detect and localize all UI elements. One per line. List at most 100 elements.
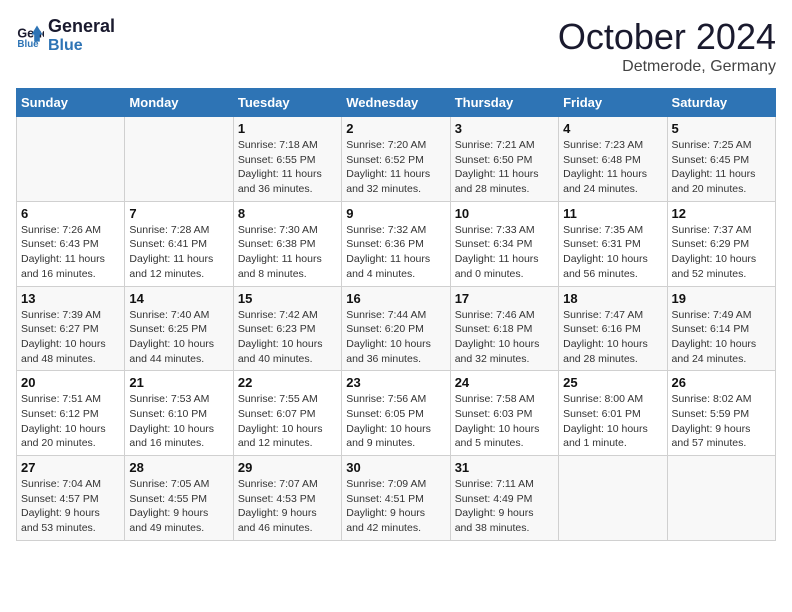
day-info: Sunrise: 7:33 AM Sunset: 6:34 PM Dayligh…	[455, 223, 554, 282]
day-info: Sunrise: 8:00 AM Sunset: 6:01 PM Dayligh…	[563, 392, 662, 451]
calendar-cell: 15Sunrise: 7:42 AM Sunset: 6:23 PM Dayli…	[233, 286, 341, 371]
weekday-header-row: SundayMondayTuesdayWednesdayThursdayFrid…	[17, 89, 776, 117]
day-info: Sunrise: 7:04 AM Sunset: 4:57 PM Dayligh…	[21, 477, 120, 536]
day-info: Sunrise: 7:58 AM Sunset: 6:03 PM Dayligh…	[455, 392, 554, 451]
day-number: 31	[455, 460, 554, 475]
day-info: Sunrise: 7:44 AM Sunset: 6:20 PM Dayligh…	[346, 308, 445, 367]
day-number: 2	[346, 121, 445, 136]
calendar-cell: 19Sunrise: 7:49 AM Sunset: 6:14 PM Dayli…	[667, 286, 775, 371]
week-row-2: 6 Sunrise: 7:26 AM Sunset: 6:43 PM Daylig…	[17, 201, 776, 286]
day-info: Sunrise: 7:11 AM Sunset: 4:49 PM Dayligh…	[455, 477, 554, 536]
day-number: 17	[455, 291, 554, 306]
day-number: 28	[129, 460, 228, 475]
week-row-3: 13Sunrise: 7:39 AM Sunset: 6:27 PM Dayli…	[17, 286, 776, 371]
calendar-cell: 22 Sunrise: 7:55 AM Sunset: 6:07 PM Dayli…	[233, 371, 341, 456]
day-info: Sunrise: 7:35 AM Sunset: 6:31 PM Dayligh…	[563, 223, 662, 282]
title-block: October 2024 Detmerode, Germany	[558, 16, 776, 76]
day-info: Sunrise: 7:40 AM Sunset: 6:25 PM Dayligh…	[129, 308, 228, 367]
calendar-cell: 9 Sunrise: 7:32 AM Sunset: 6:36 PM Daylig…	[342, 201, 450, 286]
day-info: Sunrise: 7:37 AM Sunset: 6:29 PM Dayligh…	[672, 223, 771, 282]
day-number: 5	[672, 121, 771, 136]
calendar-cell: 4Sunrise: 7:23 AM Sunset: 6:48 PM Daylig…	[559, 117, 667, 202]
day-number: 11	[563, 206, 662, 221]
day-info: Sunrise: 7:47 AM Sunset: 6:16 PM Dayligh…	[563, 308, 662, 367]
day-number: 13	[21, 291, 120, 306]
day-info: Sunrise: 7:55 AM Sunset: 6:07 PM Dayligh…	[238, 392, 337, 451]
day-number: 27	[21, 460, 120, 475]
calendar-cell: 10 Sunrise: 7:33 AM Sunset: 6:34 PM Dayli…	[450, 201, 558, 286]
calendar-cell: 24Sunrise: 7:58 AM Sunset: 6:03 PM Dayli…	[450, 371, 558, 456]
calendar-cell: 16Sunrise: 7:44 AM Sunset: 6:20 PM Dayli…	[342, 286, 450, 371]
calendar-cell: 5Sunrise: 7:25 AM Sunset: 6:45 PM Daylig…	[667, 117, 775, 202]
day-info: Sunrise: 7:09 AM Sunset: 4:51 PM Dayligh…	[346, 477, 445, 536]
day-number: 20	[21, 375, 120, 390]
day-info: Sunrise: 7:46 AM Sunset: 6:18 PM Dayligh…	[455, 308, 554, 367]
calendar-cell: 1 Sunrise: 7:18 AM Sunset: 6:55 PM Daylig…	[233, 117, 341, 202]
day-number: 9	[346, 206, 445, 221]
calendar-cell: 23 Sunrise: 7:56 AM Sunset: 6:05 PM Dayli…	[342, 371, 450, 456]
calendar-cell: 29 Sunrise: 7:07 AM Sunset: 4:53 PM Dayli…	[233, 456, 341, 541]
calendar-cell	[17, 117, 125, 202]
week-row-4: 20 Sunrise: 7:51 AM Sunset: 6:12 PM Dayli…	[17, 371, 776, 456]
calendar-cell: 31 Sunrise: 7:11 AM Sunset: 4:49 PM Dayli…	[450, 456, 558, 541]
day-info: Sunrise: 7:05 AM Sunset: 4:55 PM Dayligh…	[129, 477, 228, 536]
day-info: Sunrise: 7:28 AM Sunset: 6:41 PM Dayligh…	[129, 223, 228, 282]
day-number: 14	[129, 291, 228, 306]
day-info: Sunrise: 7:32 AM Sunset: 6:36 PM Dayligh…	[346, 223, 445, 282]
week-row-1: 1 Sunrise: 7:18 AM Sunset: 6:55 PM Daylig…	[17, 117, 776, 202]
day-number: 25	[563, 375, 662, 390]
week-row-5: 27 Sunrise: 7:04 AM Sunset: 4:57 PM Dayli…	[17, 456, 776, 541]
calendar-cell: 7Sunrise: 7:28 AM Sunset: 6:41 PM Daylig…	[125, 201, 233, 286]
logo-blue: Blue	[48, 37, 115, 55]
day-info: Sunrise: 7:26 AM Sunset: 6:43 PM Dayligh…	[21, 223, 120, 282]
calendar-cell: 20 Sunrise: 7:51 AM Sunset: 6:12 PM Dayli…	[17, 371, 125, 456]
weekday-header-thursday: Thursday	[450, 89, 558, 117]
day-info: Sunrise: 7:56 AM Sunset: 6:05 PM Dayligh…	[346, 392, 445, 451]
day-number: 23	[346, 375, 445, 390]
day-info: Sunrise: 7:42 AM Sunset: 6:23 PM Dayligh…	[238, 308, 337, 367]
calendar-cell: 8 Sunrise: 7:30 AM Sunset: 6:38 PM Daylig…	[233, 201, 341, 286]
calendar-cell	[667, 456, 775, 541]
location: Detmerode, Germany	[558, 58, 776, 76]
day-number: 6	[21, 206, 120, 221]
day-number: 10	[455, 206, 554, 221]
weekday-header-tuesday: Tuesday	[233, 89, 341, 117]
day-info: Sunrise: 7:21 AM Sunset: 6:50 PM Dayligh…	[455, 138, 554, 197]
calendar-cell: 14 Sunrise: 7:40 AM Sunset: 6:25 PM Dayli…	[125, 286, 233, 371]
calendar-cell: 3 Sunrise: 7:21 AM Sunset: 6:50 PM Daylig…	[450, 117, 558, 202]
day-number: 18	[563, 291, 662, 306]
day-number: 8	[238, 206, 337, 221]
calendar-cell: 28 Sunrise: 7:05 AM Sunset: 4:55 PM Dayli…	[125, 456, 233, 541]
logo-general: General	[48, 16, 115, 37]
day-number: 29	[238, 460, 337, 475]
weekday-header-saturday: Saturday	[667, 89, 775, 117]
calendar-cell: 21 Sunrise: 7:53 AM Sunset: 6:10 PM Dayli…	[125, 371, 233, 456]
logo-icon: General Blue	[16, 22, 44, 50]
day-info: Sunrise: 7:53 AM Sunset: 6:10 PM Dayligh…	[129, 392, 228, 451]
day-number: 3	[455, 121, 554, 136]
day-info: Sunrise: 7:51 AM Sunset: 6:12 PM Dayligh…	[21, 392, 120, 451]
calendar-cell: 6 Sunrise: 7:26 AM Sunset: 6:43 PM Daylig…	[17, 201, 125, 286]
day-number: 21	[129, 375, 228, 390]
logo: General Blue General Blue	[16, 16, 115, 55]
day-number: 19	[672, 291, 771, 306]
day-info: Sunrise: 7:18 AM Sunset: 6:55 PM Dayligh…	[238, 138, 337, 197]
calendar-table: SundayMondayTuesdayWednesdayThursdayFrid…	[16, 88, 776, 541]
day-number: 22	[238, 375, 337, 390]
day-number: 1	[238, 121, 337, 136]
calendar-cell: 17 Sunrise: 7:46 AM Sunset: 6:18 PM Dayli…	[450, 286, 558, 371]
calendar-cell: 2 Sunrise: 7:20 AM Sunset: 6:52 PM Daylig…	[342, 117, 450, 202]
calendar-cell: 26Sunrise: 8:02 AM Sunset: 5:59 PM Dayli…	[667, 371, 775, 456]
calendar-cell: 12 Sunrise: 7:37 AM Sunset: 6:29 PM Dayli…	[667, 201, 775, 286]
day-info: Sunrise: 7:30 AM Sunset: 6:38 PM Dayligh…	[238, 223, 337, 282]
day-number: 26	[672, 375, 771, 390]
calendar-cell: 13Sunrise: 7:39 AM Sunset: 6:27 PM Dayli…	[17, 286, 125, 371]
weekday-header-friday: Friday	[559, 89, 667, 117]
day-info: Sunrise: 7:20 AM Sunset: 6:52 PM Dayligh…	[346, 138, 445, 197]
weekday-header-wednesday: Wednesday	[342, 89, 450, 117]
calendar-cell: 30Sunrise: 7:09 AM Sunset: 4:51 PM Dayli…	[342, 456, 450, 541]
day-number: 12	[672, 206, 771, 221]
day-info: Sunrise: 7:07 AM Sunset: 4:53 PM Dayligh…	[238, 477, 337, 536]
month-title: October 2024	[558, 16, 776, 58]
page-header: General Blue General Blue October 2024 D…	[16, 16, 776, 76]
